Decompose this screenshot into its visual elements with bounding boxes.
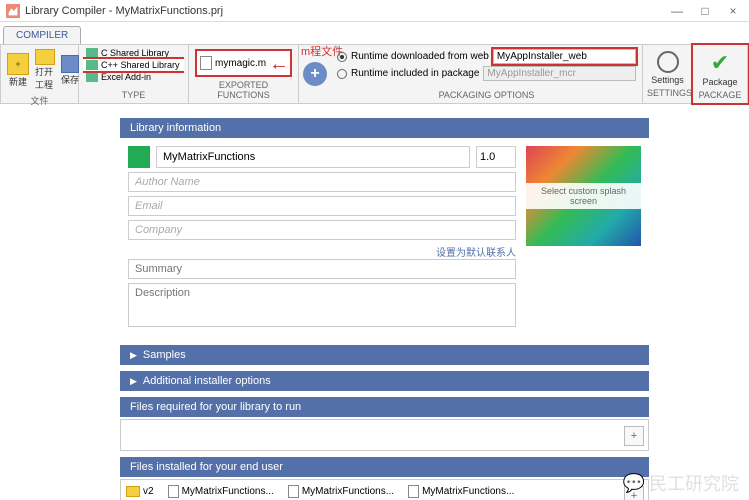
window-controls: — □ × [667,4,743,18]
lib-icon [86,60,98,70]
file-icon [168,485,179,498]
required-files-area: + [120,419,649,451]
ribbon-group-package: ✔Package PACKAGE [693,45,748,103]
check-icon: ✔ [708,51,732,75]
window-title: Library Compiler - MyMatrixFunctions.prj [25,5,667,17]
ribbon-group-settings: Settings SETTINGS [643,45,693,103]
ribbon-group-file: +新建 打开工程 保存 文件 [1,45,79,103]
annotation-arrow: ← [269,53,289,76]
annotation-label: m程文件 [301,43,343,59]
tab-strip: COMPILER [0,22,749,44]
type-cpp-shared[interactable]: C++ Shared Library [83,59,184,71]
ribbon: ← m程文件 +新建 打开工程 保存 文件 C Shared Library C… [0,44,749,104]
lib-icon [86,72,98,82]
group-label-type: TYPE [83,89,184,101]
library-info-panel: 设置为默认联系人 Select custom splash screen [120,138,649,339]
version-input[interactable] [476,146,516,168]
group-label-settings: SETTINGS [647,87,688,99]
chevron-right-icon: ▶ [130,350,137,361]
radio-runtime-included[interactable] [337,69,347,79]
installed-file-3[interactable]: MyMatrixFunctions... [408,485,514,498]
group-label-file: 文件 [5,93,74,108]
email-input[interactable] [128,196,516,216]
new-button[interactable]: +新建 [5,51,31,90]
save-button[interactable]: 保存 [59,53,81,88]
package-button[interactable]: ✔Package [697,47,743,89]
installer-web-name[interactable] [493,49,636,64]
installed-file-1[interactable]: MyMatrixFunctions... [168,485,274,498]
company-input[interactable] [128,220,516,240]
library-name-input[interactable] [156,146,470,168]
chevron-right-icon: ▶ [130,376,137,387]
add-file-button[interactable]: + [303,62,327,86]
titlebar: Library Compiler - MyMatrixFunctions.prj… [0,0,749,22]
file-icon [408,485,419,498]
type-list[interactable]: C Shared Library C++ Shared Library Exce… [83,47,184,89]
folder-v2[interactable]: v2 [126,486,154,497]
folder-icon [35,49,55,65]
group-label-package: PACKAGE [697,89,743,101]
ribbon-group-type: C Shared Library C++ Shared Library Exce… [79,45,189,103]
file-icon [288,485,299,498]
watermark: 💬 民工研究院 [623,470,739,496]
section-library-info[interactable]: Library information [120,118,649,138]
app-icon [6,4,20,18]
section-additional-options[interactable]: ▶Additional installer options [120,371,649,391]
author-input[interactable] [128,172,516,192]
folder-icon [126,486,140,497]
library-icon[interactable] [128,146,150,168]
installer-mcr-name [483,66,636,81]
summary-input[interactable] [128,259,516,279]
file-icon [200,56,212,70]
add-required-file-button[interactable]: + [624,426,644,446]
section-required-files[interactable]: Files required for your library to run [120,397,649,417]
open-button[interactable]: 打开工程 [33,47,57,93]
type-excel-addin[interactable]: Excel Add-in [83,71,184,83]
group-label-packaging: PACKAGING OPTIONS [335,89,638,101]
gear-icon [657,51,679,73]
section-installed-files[interactable]: Files installed for your end user [120,457,649,477]
installed-files-area: v2 MyMatrixFunctions... MyMatrixFunction… [120,479,649,500]
lib-icon [86,48,98,58]
disk-icon [61,55,79,73]
settings-button[interactable]: Settings [647,47,688,87]
minimize-button[interactable]: — [667,4,687,18]
close-button[interactable]: × [723,4,743,18]
splash-screen-selector[interactable]: Select custom splash screen [526,146,641,246]
plus-icon: + [7,53,29,75]
default-contact-link[interactable]: 设置为默认联系人 [128,244,516,259]
group-label-exported: EXPORTED FUNCTIONS [193,79,294,101]
installed-file-2[interactable]: MyMatrixFunctions... [288,485,394,498]
tab-compiler[interactable]: COMPILER [3,26,81,44]
maximize-button[interactable]: □ [695,4,715,18]
description-input[interactable] [128,283,516,327]
main-area: Library information 设置为默认联系人 Select cust… [0,104,749,500]
type-c-shared[interactable]: C Shared Library [83,47,184,59]
ribbon-group-packaging: Runtime downloaded from web Runtime incl… [331,45,643,103]
section-samples[interactable]: ▶Samples [120,345,649,365]
